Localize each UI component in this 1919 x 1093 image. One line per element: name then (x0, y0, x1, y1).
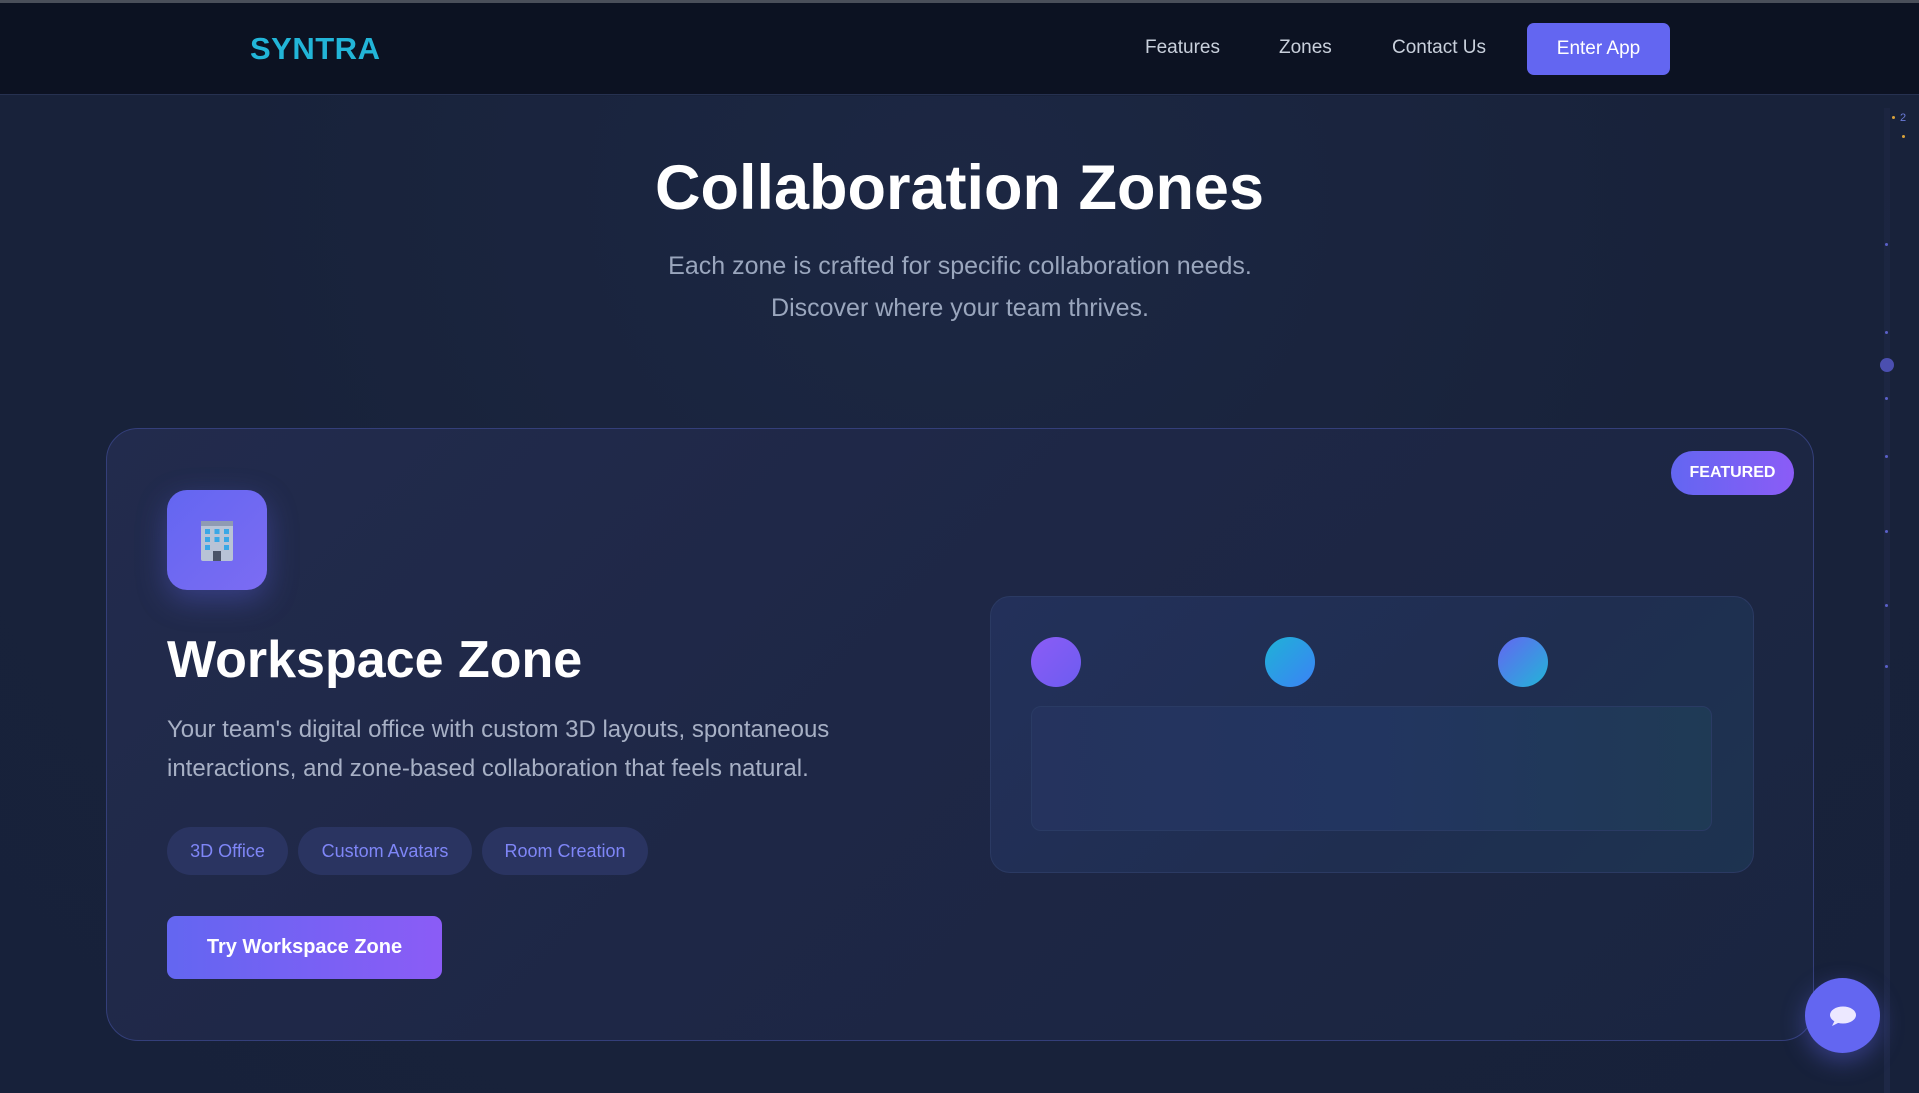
scroll-marker-dot (1885, 665, 1888, 668)
feature-tag-room-creation: Room Creation (482, 827, 648, 875)
scroll-marker-dot (1902, 135, 1905, 138)
scroll-progress-track[interactable] (1884, 108, 1890, 1093)
scroll-marker-dot (1885, 455, 1888, 458)
office-building-icon (201, 521, 233, 561)
featured-badge: FEATURED (1671, 451, 1794, 495)
zone-description: Your team's digital office with custom 3… (167, 716, 830, 782)
preview-content-area (1031, 706, 1712, 831)
try-workspace-zone-button[interactable]: Try Workspace Zone (167, 916, 442, 979)
chat-bubble-icon (1829, 1006, 1856, 1026)
nav-link-features[interactable]: Features (1145, 37, 1220, 59)
scroll-marker-label: 2 (1900, 112, 1907, 124)
zone-icon-container (167, 490, 267, 590)
preview-avatar (1498, 637, 1548, 687)
page-title: Collaboration Zones (654, 153, 1265, 223)
scroll-marker-dot (1885, 530, 1888, 533)
nav-link-contact-us[interactable]: Contact Us (1392, 37, 1486, 59)
brand-logo[interactable]: SYNTRA (250, 31, 380, 67)
feature-tag-custom-avatars: Custom Avatars (298, 827, 472, 875)
subtitle-line-2: Discover where your team thrives. (771, 294, 1149, 322)
enter-app-button[interactable]: Enter App (1527, 23, 1670, 75)
scroll-marker-dot (1885, 331, 1888, 334)
scroll-marker-dot (1892, 116, 1895, 119)
preview-avatar (1031, 637, 1081, 687)
scroll-marker-dot (1885, 243, 1888, 246)
page-subtitle: Each zone is crafted for specific collab… (560, 245, 1360, 329)
top-navbar: SYNTRA Features Zones Contact Us Enter A… (0, 3, 1919, 95)
scroll-progress-thumb[interactable] (1880, 358, 1894, 372)
nav-link-zones[interactable]: Zones (1279, 37, 1332, 59)
feature-tag-3d-office: 3D Office (167, 827, 288, 875)
chat-button[interactable] (1805, 978, 1880, 1053)
preview-avatar (1265, 637, 1315, 687)
zone-title: Workspace Zone (167, 631, 583, 689)
scroll-marker-dot (1885, 604, 1888, 607)
subtitle-line-1: Each zone is crafted for specific collab… (668, 252, 1252, 280)
scroll-marker-dot (1885, 397, 1888, 400)
